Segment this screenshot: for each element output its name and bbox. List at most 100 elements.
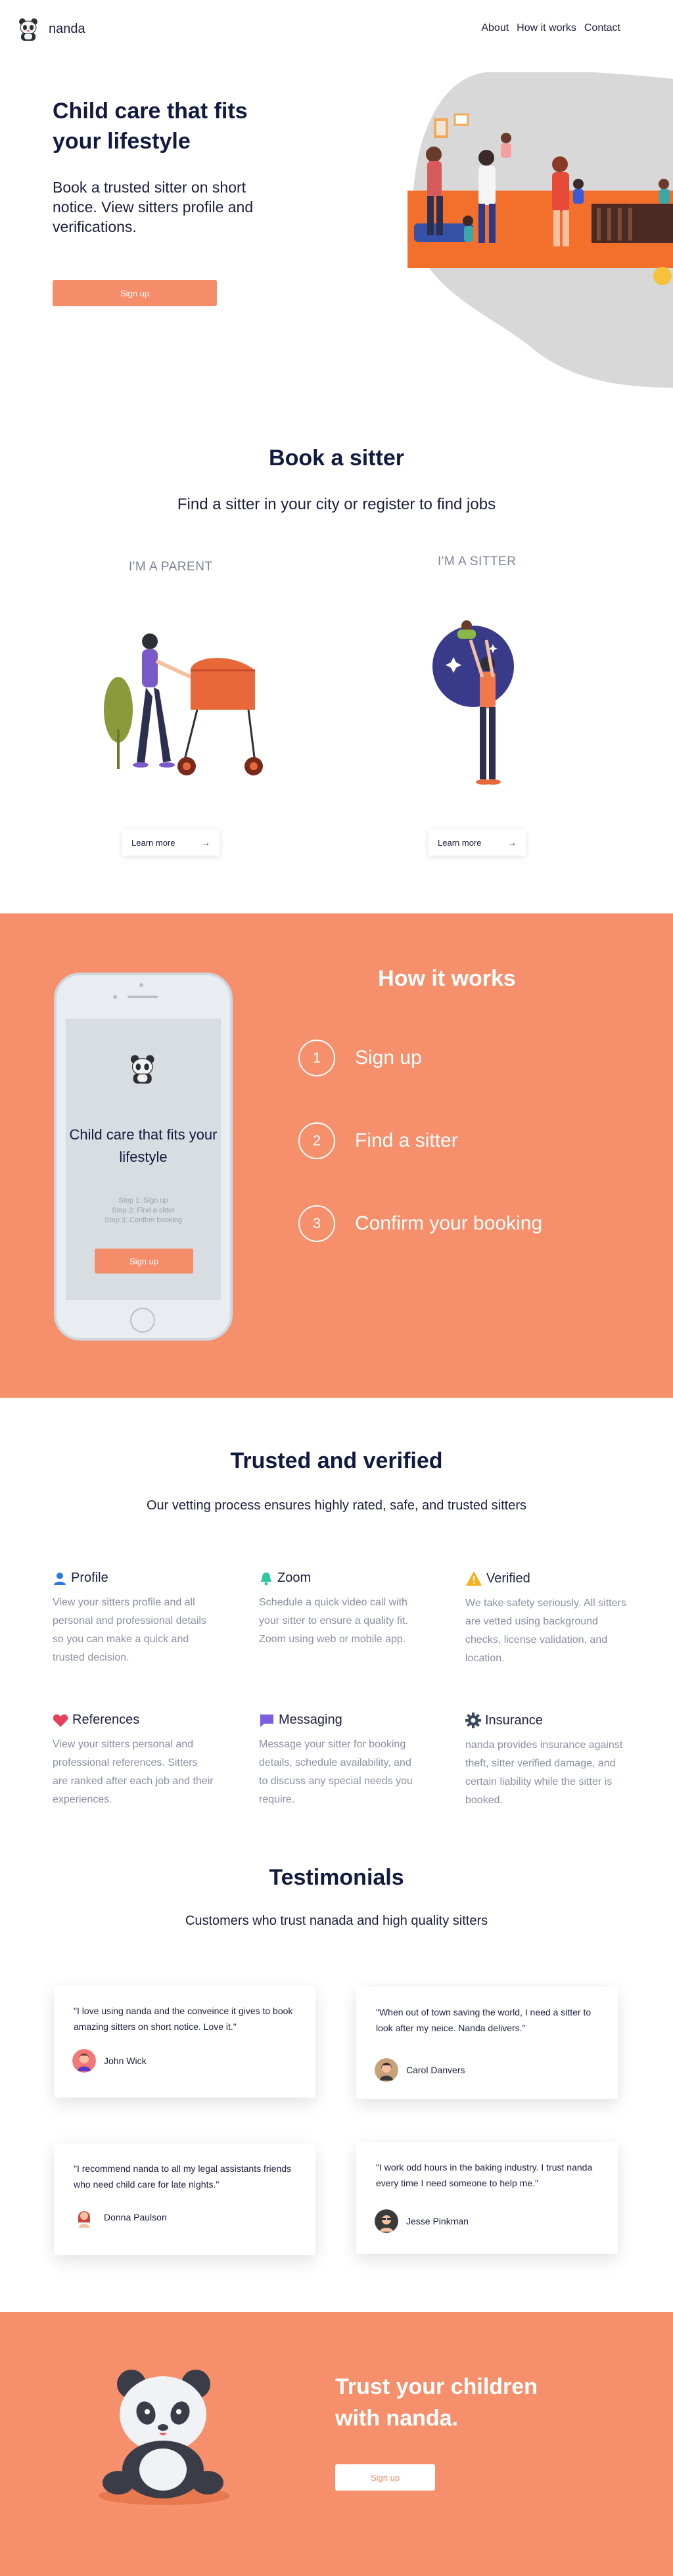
warning-icon [466, 1571, 482, 1586]
step-label: Find a sitter [355, 1130, 458, 1151]
hero-signup-button[interactable]: Sign up [53, 280, 217, 306]
cta-section: Trust your children with nanda. Sign up [0, 2312, 673, 2576]
testimonial-card: "When out of town saving the world, I ne… [356, 1987, 618, 2099]
feature-messaging: Messaging Message your sitter for bookin… [259, 1713, 421, 1809]
testimonial-name: Carol Danvers [406, 2065, 465, 2075]
testimonials-subtitle: Customers who trust nanada and high qual… [185, 1914, 488, 1928]
phone-camera [139, 983, 143, 987]
testimonial-author: Donna Paulson [72, 2205, 167, 2229]
step-number: 3 [298, 1205, 335, 1242]
family-illustration [407, 72, 673, 388]
arrow-right-icon: → [508, 837, 517, 848]
feature-body: nanda provides insurance against theft, … [465, 1739, 623, 1806]
phone-speaker [128, 996, 158, 998]
avatar [72, 2049, 96, 2073]
feature-title: Insurance [485, 1713, 543, 1728]
feature-body: View your sitters profile and all person… [53, 1597, 206, 1663]
book-section-subtitle: Find a sitter in your city or register t… [177, 495, 496, 513]
step-number: 1 [298, 1040, 335, 1076]
parent-stroller-illustration [104, 633, 263, 775]
step-item: 3 Confirm your booking [298, 1205, 542, 1242]
chat-icon [260, 1714, 273, 1727]
testimonial-card: "I work odd hours in the baking industry… [356, 2142, 618, 2254]
feature-verified: Verified We take safety seriously. All s… [465, 1571, 627, 1668]
panda-logo-icon [130, 1055, 154, 1084]
sitter-holding-child-illustration [432, 620, 514, 785]
hero-subtitle: Book a trusted sitter on short notice. V… [53, 179, 254, 235]
testimonial-name: John Wick [104, 2056, 147, 2066]
parent-label: I'M A PARENT [129, 560, 213, 574]
step-item: 2 Find a sitter [298, 1122, 458, 1159]
feature-zoom: Zoom Schedule a quick video call with yo… [259, 1571, 421, 1649]
feature-body: Message your sitter for booking details,… [259, 1739, 413, 1805]
panda-mascot-illustration [99, 2370, 230, 2505]
nav-link-about[interactable]: About [481, 22, 509, 34]
avatar [72, 2205, 96, 2229]
testimonial-card: "I recommend nanda to all my legal assis… [54, 2144, 315, 2255]
feature-title: References [72, 1713, 140, 1727]
testimonial-author: Jesse Pinkman [375, 2209, 469, 2233]
phone-step-1: Step 1: Sign up [118, 1197, 168, 1205]
heart-icon [53, 1714, 68, 1727]
person-icon [54, 1572, 66, 1585]
panda-logo-icon [19, 18, 37, 41]
parent-learn-more-button[interactable]: Learn more → [122, 829, 220, 856]
feature-title: Profile [71, 1571, 108, 1585]
gear-icon [465, 1713, 481, 1728]
nav-link-contact[interactable]: Contact [584, 22, 620, 34]
cta-signup-button[interactable]: Sign up [335, 2464, 435, 2491]
feature-body: View your sitters personal and professio… [53, 1739, 214, 1805]
testimonial-name: Donna Paulson [104, 2212, 167, 2222]
step-number: 2 [298, 1122, 335, 1159]
hero-title: Child care that fits your lifestyle [53, 99, 248, 154]
brand-logo[interactable]: nanda [14, 14, 85, 43]
testimonial-author: John Wick [72, 2049, 147, 2073]
testimonial-card: "I love using nanda and the conveince it… [54, 1986, 315, 2098]
feature-title: Messaging [279, 1713, 342, 1727]
testimonial-quote: "I recommend nanda to all my legal assis… [74, 2163, 292, 2190]
trusted-section-title: Trusted and verified [230, 1448, 443, 1473]
phone-screen: Child care that fits your lifestyle Step… [66, 1019, 221, 1300]
step-label: Sign up [355, 1047, 422, 1069]
feature-insurance: Insurance nanda provides insurance again… [465, 1713, 627, 1810]
book-section-title: Book a sitter [269, 446, 404, 471]
avatar [375, 2058, 398, 2082]
testimonial-author: Carol Danvers [375, 2058, 465, 2082]
arrow-right-icon: → [202, 837, 210, 848]
feature-body: Schedule a quick video call with your si… [259, 1597, 408, 1645]
parent-learn-more-label: Learn more [131, 837, 175, 848]
phone-mockup: Child care that fits your lifestyle Step… [54, 973, 233, 1341]
testimonial-name: Jesse Pinkman [406, 2216, 469, 2226]
sitter-label: I'M A SITTER [438, 555, 517, 568]
sitter-learn-more-button[interactable]: Learn more → [429, 829, 526, 856]
sitter-learn-more-label: Learn more [438, 837, 482, 848]
feature-title: Verified [486, 1571, 530, 1586]
nav-links: About How it works Contact [481, 22, 620, 34]
cta-title: Trust your children with nanda. [335, 2374, 538, 2431]
bell-icon [261, 1572, 271, 1585]
testimonial-quote: "I work odd hours in the baking industry… [376, 2162, 593, 2188]
testimonial-quote: "I love using nanda and the conveince it… [74, 2006, 293, 2032]
phone-step-2: Step 2: Find a sitter [112, 1207, 175, 1214]
feature-profile: Profile View your sitters profile and al… [53, 1571, 214, 1667]
top-nav: nanda About How it works Contact [0, 0, 673, 59]
phone-sensor [113, 995, 117, 999]
feature-title: Zoom [277, 1571, 312, 1585]
nav-link-how-it-works[interactable]: How it works [517, 22, 576, 34]
phone-screen-steps: Step 1: Sign up Step 2: Find a sitter St… [66, 1196, 221, 1226]
avatar [375, 2209, 398, 2233]
how-it-works-section: Child care that fits your lifestyle Step… [0, 913, 673, 1398]
brand-name: nanda [49, 21, 85, 36]
feature-references: References View your sitters personal an… [53, 1713, 214, 1809]
phone-step-3: Step 3: Confirm booking [104, 1216, 182, 1224]
testimonials-title: Testimonials [269, 1865, 404, 1890]
trusted-section-subtitle: Our vetting process ensures highly rated… [146, 1498, 527, 1513]
feature-body: We take safety seriously. All sitters ar… [465, 1598, 626, 1664]
phone-screen-title: Child care that fits your lifestyle [69, 1126, 218, 1165]
testimonial-quote: "When out of town saving the world, I ne… [376, 2007, 592, 2033]
step-label: Confirm your booking [355, 1212, 543, 1234]
step-item: 1 Sign up [298, 1040, 422, 1076]
how-it-works-title: How it works [378, 966, 516, 991]
phone-signup-button[interactable]: Sign up [95, 1249, 193, 1274]
phone-home-button [130, 1308, 155, 1333]
